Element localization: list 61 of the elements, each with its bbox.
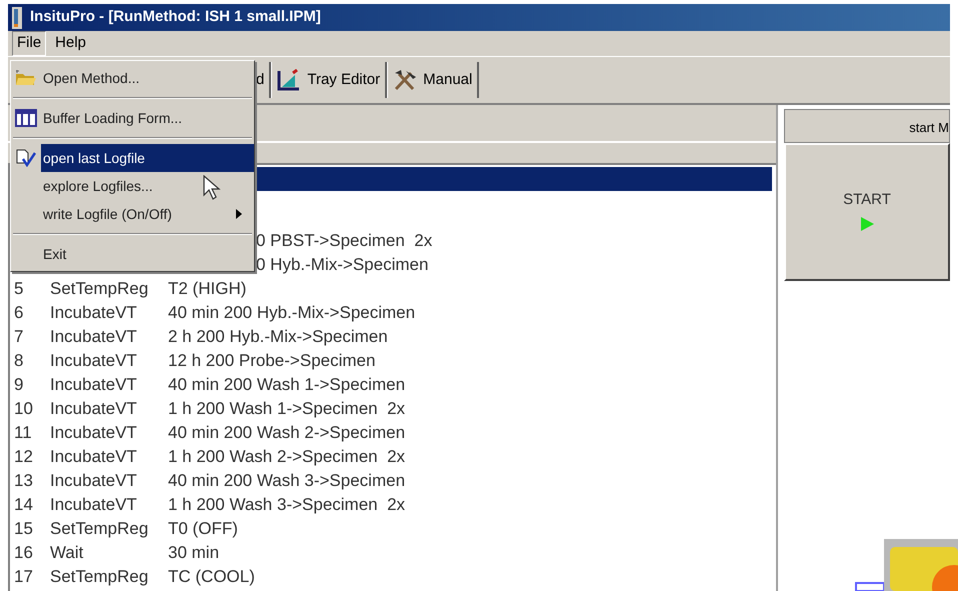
step-number: 15: [14, 518, 33, 540]
app-icon: [12, 6, 22, 28]
step-command: Wait: [50, 542, 84, 564]
submenu-arrow-icon: [236, 209, 242, 219]
step-number: 7: [14, 326, 24, 348]
step-command: IncubateVT: [50, 494, 137, 516]
menu-entry[interactable]: Buffer Loading Form...: [11, 104, 254, 132]
play-icon: [859, 216, 875, 232]
step-parameters: T0 (OFF): [168, 518, 238, 540]
step-number: 16: [14, 542, 33, 564]
step-parameters: 1 h 200 Wash 2->Specimen 2x: [168, 446, 406, 468]
menu-entry[interactable]: write Logfile (On/Off): [11, 200, 254, 228]
step-command: SetTempReg: [50, 518, 148, 540]
step-number: 17: [14, 566, 33, 588]
menu-item[interactable]: File: [12, 31, 46, 56]
step-parameters: 0 Hyb.-Mix->Specimen: [256, 254, 428, 276]
step-number: 11: [14, 422, 32, 444]
step-command: IncubateVT: [50, 398, 137, 420]
step-command: IncubateVT: [50, 350, 137, 372]
step-number: 8: [14, 350, 24, 372]
step-command: IncubateVT: [50, 374, 137, 396]
step-command: SetTempReg: [50, 566, 148, 588]
start-button[interactable]: START: [784, 143, 950, 281]
step-number: 6: [14, 302, 24, 324]
step-parameters: 40 min 200 Hyb.-Mix->Specimen: [168, 302, 416, 324]
step-command: IncubateVT: [50, 422, 137, 444]
toolbar-button[interactable]: Manual: [387, 62, 480, 98]
step-number: 13: [14, 470, 33, 492]
menu-entry[interactable]: explore Logfiles...: [11, 172, 254, 200]
step-parameters: 30 min: [168, 542, 220, 564]
toolbar-button[interactable]: Tray Editor: [271, 62, 388, 98]
step-parameters: 40 min 200 Wash 2->Specimen: [168, 422, 406, 444]
menu-item[interactable]: Help: [50, 31, 92, 56]
window-title: InsituPro - [RunMethod: ISH 1 small.IPM]: [30, 7, 321, 28]
panel-header: start M: [784, 109, 950, 143]
step-command: SetTempReg: [50, 278, 148, 300]
step-parameters: 1 h 200 Wash 3->Specimen 2x: [168, 494, 406, 516]
step-number: 5: [14, 278, 24, 300]
document-check-icon: [15, 149, 37, 167]
step-parameters: 40 min 200 Wash 1->Specimen: [168, 374, 406, 396]
ruler-chart-icon: [277, 69, 302, 91]
step-number: 12: [14, 446, 33, 468]
menu-entry[interactable]: Exit: [11, 240, 254, 268]
step-parameters: 1 h 200 Wash 1->Specimen 2x: [168, 398, 406, 420]
step-parameters: 2 h 200 Hyb.-Mix->Specimen: [168, 326, 388, 348]
step-command: IncubateVT: [50, 470, 137, 492]
step-command: IncubateVT: [50, 302, 137, 324]
folder-icon: [15, 69, 37, 87]
step-parameters: 12 h 200 Probe->Specimen: [168, 350, 376, 372]
step-command: IncubateVT: [50, 446, 137, 468]
step-command: IncubateVT: [50, 326, 137, 348]
table-icon: [15, 109, 37, 127]
mouse-cursor-icon: [203, 175, 223, 201]
step-parameters: TC (COOL): [168, 566, 255, 588]
step-number: 9: [14, 374, 24, 396]
step-number: 10: [14, 398, 33, 420]
step-number: 14: [14, 494, 33, 516]
step-parameters: 40 min 200 Wash 3->Specimen: [168, 470, 406, 492]
tools-icon: [393, 69, 418, 91]
step-parameters: 0 PBST->Specimen 2x: [256, 230, 432, 252]
step-parameters: T2 (HIGH): [168, 278, 246, 300]
